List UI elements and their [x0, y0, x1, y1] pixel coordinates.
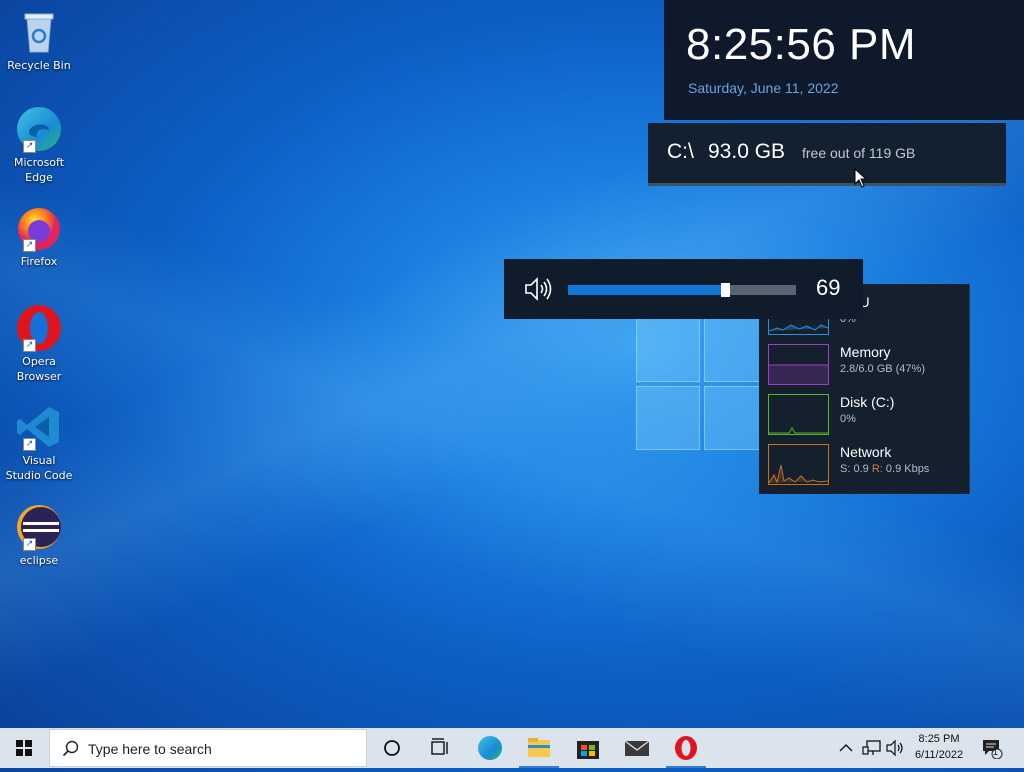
taskbar-opera[interactable]: [662, 728, 710, 768]
desktop-icon-firefox[interactable]: ↗ Firefox: [4, 204, 74, 269]
disk-space-widget[interactable]: C:\ 93.0 GB free out of 119 GB: [648, 123, 1006, 186]
search-placeholder: Type here to search: [88, 741, 212, 757]
tray-date: 6/11/2022: [914, 749, 964, 761]
desktop-icon-label: Opera Browser: [16, 355, 62, 383]
clock-widget[interactable]: 8:25:56 PM Saturday, June 11, 2022: [664, 0, 1024, 120]
tray-time: 8:25 PM: [918, 733, 960, 745]
speaker-icon[interactable]: [524, 276, 552, 302]
perf-disk-label: Disk (C:): [840, 394, 895, 410]
desktop-icon-label: eclipse: [19, 554, 59, 567]
desktop-icon-recycle-bin[interactable]: Recycle Bin: [4, 8, 74, 73]
taskbar-mail[interactable]: [613, 728, 661, 768]
perf-memory-stat: 2.8/6.0 GB (47%): [840, 363, 925, 375]
network-icon[interactable]: [862, 739, 882, 757]
volume-slider-fill: [568, 285, 726, 295]
perf-network-label: Network: [840, 444, 892, 460]
notification-count: 1: [993, 747, 999, 757]
perf-row-network: Network S: 0.9 R: 0.9 Kbps: [768, 444, 968, 486]
chevron-up-icon[interactable]: [838, 740, 854, 756]
recycle-bin-icon: [15, 8, 63, 56]
notification-icon: [983, 740, 1003, 760]
edge-icon: [478, 736, 502, 760]
desktop-icon-label: Firefox: [20, 255, 58, 268]
shortcut-arrow-icon: ↗: [23, 538, 36, 551]
desktop-icon-microsoft-edge[interactable]: ↗ Microsoft Edge: [4, 105, 74, 185]
edge-icon: ↗: [15, 105, 63, 153]
network-graph: [768, 444, 829, 485]
mouse-cursor-icon: [854, 168, 868, 188]
wallpaper-windows-logo: [636, 318, 768, 450]
desktop-icon-label: Microsoft Edge: [13, 156, 65, 184]
disk-graph: [768, 394, 829, 435]
memory-graph: [768, 344, 829, 385]
desktop-icon-label: Visual Studio Code: [5, 454, 73, 482]
firefox-icon: ↗: [15, 204, 63, 252]
windows-start-icon: [16, 740, 32, 756]
opera-icon: [675, 736, 697, 760]
clock-time: 8:25:56 PM: [686, 20, 917, 69]
volume-value: 69: [816, 275, 841, 300]
shortcut-arrow-icon: ↗: [23, 438, 36, 451]
volume-slider-thumb[interactable]: [721, 283, 731, 297]
vscode-icon: ↗: [15, 403, 63, 451]
task-view-icon: [431, 738, 448, 755]
mail-icon: [624, 740, 650, 756]
taskbar-search-box[interactable]: Type here to search: [49, 729, 367, 767]
tray-clock[interactable]: 8:25 PM 6/11/2022: [904, 731, 974, 763]
desktop-icon-label: Recycle Bin: [7, 59, 71, 72]
eclipse-icon: ↗: [15, 503, 63, 551]
perf-disk-stat: 0%: [840, 413, 856, 425]
shortcut-arrow-icon: ↗: [23, 239, 36, 252]
perf-network-stat: S: 0.9 R: 0.9 Kbps: [840, 463, 930, 475]
taskbar-file-explorer[interactable]: [515, 728, 563, 768]
tray-volume-icon[interactable]: [885, 739, 905, 757]
clock-date: Saturday, June 11, 2022: [688, 80, 839, 96]
task-view-button[interactable]: [416, 728, 464, 768]
taskbar: Type here to search 8:25 PM 6/11/2022 1: [0, 728, 1024, 768]
cortana-icon: [384, 740, 400, 756]
perf-row-disk: Disk (C:) 0%: [768, 394, 968, 436]
cortana-button[interactable]: [368, 728, 416, 768]
disk-free-value: 93.0 GB: [708, 140, 786, 163]
desktop-icon-opera[interactable]: ↗ Opera Browser: [4, 304, 74, 384]
opera-icon: ↗: [15, 304, 63, 352]
volume-widget[interactable]: 69: [504, 259, 863, 319]
start-button[interactable]: [0, 728, 48, 768]
search-icon: [62, 740, 79, 757]
store-icon: [577, 741, 599, 759]
perf-memory-label: Memory: [840, 344, 891, 360]
perf-row-memory: Memory 2.8/6.0 GB (47%): [768, 344, 968, 386]
disk-total-text: free out of 119 GB: [802, 145, 916, 161]
shortcut-arrow-icon: ↗: [23, 339, 36, 352]
desktop-icon-vscode[interactable]: ↗ Visual Studio Code: [4, 403, 74, 483]
drive-letter: C:\: [667, 140, 694, 163]
shortcut-arrow-icon: ↗: [23, 140, 36, 153]
action-center-button[interactable]: 1: [980, 737, 1004, 760]
desktop-icon-eclipse[interactable]: ↗ eclipse: [4, 503, 74, 568]
file-explorer-icon: [528, 738, 550, 757]
volume-slider-track[interactable]: [568, 283, 796, 297]
taskbar-store[interactable]: [564, 728, 612, 768]
taskbar-edge[interactable]: [466, 728, 514, 768]
